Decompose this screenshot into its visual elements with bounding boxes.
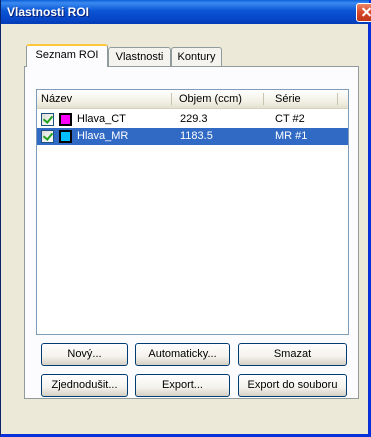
visibility-checkbox[interactable] <box>41 113 54 126</box>
tab-kontury[interactable]: Kontury <box>171 47 222 67</box>
column-separator[interactable] <box>337 93 338 105</box>
roi-color-swatch <box>59 130 72 143</box>
column-header-series[interactable]: Série <box>275 90 301 108</box>
roi-name: Hlava_CT <box>77 113 126 125</box>
close-icon[interactable] <box>356 3 371 22</box>
window-title: Vlastnosti ROI <box>7 5 90 19</box>
tab-vlastnosti[interactable]: Vlastnosti <box>108 47 171 67</box>
new-button[interactable]: Nový... <box>41 343 128 366</box>
column-separator[interactable] <box>263 93 264 105</box>
title-bar[interactable]: Vlastnosti ROI <box>1 0 369 24</box>
simplify-button[interactable]: Zjednodušit... <box>41 374 128 397</box>
roi-name: Hlava_MR <box>77 130 129 142</box>
roi-list[interactable]: Název Objem (ccm) Série Hlava_CT 229.3 C… <box>36 89 349 335</box>
roi-series: CT #2 <box>275 113 305 125</box>
column-header-volume[interactable]: Objem (ccm) <box>179 90 242 108</box>
column-header-name[interactable]: Název <box>41 90 72 108</box>
export-button[interactable]: Export... <box>135 374 230 397</box>
list-header: Název Objem (ccm) Série <box>37 90 348 109</box>
roi-color-swatch <box>59 113 72 126</box>
list-item[interactable]: Hlava_CT 229.3 CT #2 <box>37 111 348 128</box>
delete-button[interactable]: Smazat <box>238 343 347 366</box>
export-to-file-button[interactable]: Export do souboru <box>238 374 347 397</box>
roi-volume: 1183.5 <box>180 130 213 142</box>
list-item-selected[interactable]: Hlava_MR 1183.5 MR #1 <box>37 128 348 145</box>
visibility-checkbox[interactable] <box>41 130 54 143</box>
roi-properties-window: Vlastnosti ROI Seznam ROI Vlastnosti Kon… <box>0 0 371 437</box>
roi-volume: 229.3 <box>180 113 208 125</box>
tab-seznam-roi[interactable]: Seznam ROI <box>26 44 108 67</box>
column-separator[interactable] <box>171 93 172 105</box>
roi-series: MR #1 <box>275 130 308 142</box>
automatic-button[interactable]: Automaticky... <box>135 343 230 366</box>
